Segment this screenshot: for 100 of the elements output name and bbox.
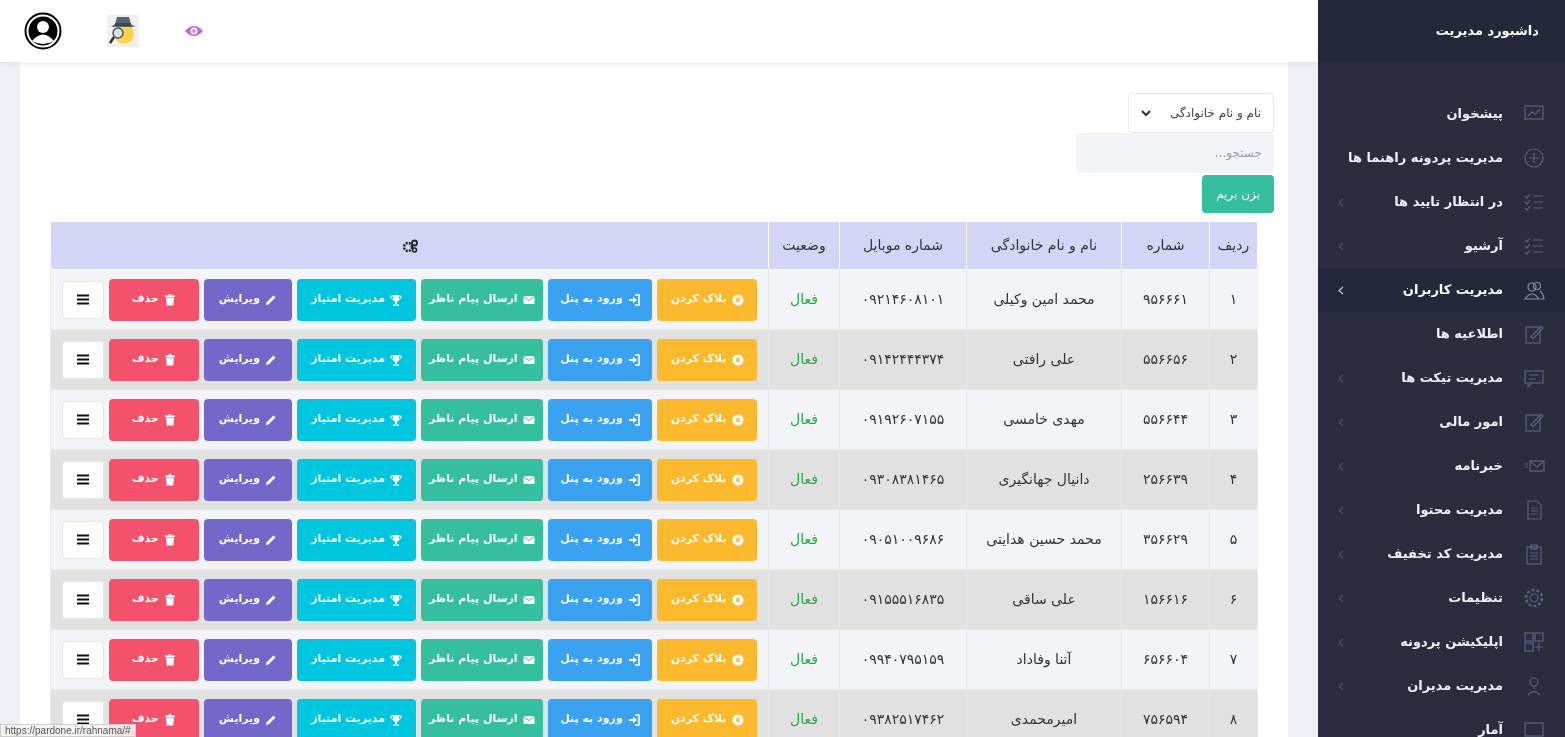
block-button[interactable]: بلاک کردن [657, 638, 757, 681]
x-circle-icon [731, 593, 744, 606]
x-circle-icon [731, 533, 744, 546]
column-header: شماره [1121, 221, 1210, 270]
login-button[interactable]: ورود به پنل [547, 338, 653, 381]
message-button[interactable]: ارسال پیام ناظر [420, 398, 543, 441]
block-button[interactable]: بلاک کردن [657, 398, 757, 441]
search-field[interactable]: جستجو... [1076, 133, 1274, 173]
message-button[interactable]: ارسال پیام ناظر [420, 638, 543, 681]
search-button[interactable]: بزن بریم [1202, 175, 1274, 213]
score-button[interactable]: مدیریت امتیاز [297, 698, 416, 737]
edit-button[interactable]: ویرایش [203, 698, 293, 737]
delete-button[interactable]: حذف [108, 278, 199, 321]
column-header: شماره موبایل [839, 221, 967, 270]
edit-button[interactable]: ویرایش [203, 338, 293, 381]
sidebar-item[interactable]: مدیریت کد تخفیف [1318, 532, 1565, 576]
x-circle-icon [731, 293, 744, 306]
delete-button[interactable]: حذف [108, 518, 199, 561]
trophy-icon [390, 653, 403, 666]
delete-button[interactable]: حذف [108, 638, 199, 681]
message-button[interactable]: ارسال پیام ناظر [420, 338, 543, 381]
sidebar-item[interactable]: مدیریت تیکت ها [1318, 356, 1565, 400]
sidebar-item[interactable]: در انتظار تایید ها [1318, 180, 1565, 224]
message-button[interactable]: ارسال پیام ناظر [420, 698, 543, 737]
sidebar-item[interactable]: آرشیو [1318, 224, 1565, 268]
block-button[interactable]: بلاک کردن [657, 698, 757, 737]
menu-icon [76, 294, 89, 305]
trash-icon [163, 413, 176, 426]
score-button[interactable]: مدیریت امتیاز [297, 578, 416, 621]
message-button[interactable]: ارسال پیام ناظر [420, 578, 543, 621]
detective-icon[interactable] [107, 15, 139, 47]
sidebar-item[interactable]: مدیریت پردونه راهنما ها [1318, 136, 1565, 180]
menu-button[interactable] [62, 640, 104, 679]
delete-button[interactable]: حذف [108, 338, 199, 381]
message-button[interactable]: ارسال پیام ناظر [420, 458, 543, 501]
login-button[interactable]: ورود به پنل [547, 578, 653, 621]
trophy-icon [390, 293, 403, 306]
block-button[interactable]: بلاک کردن [657, 278, 757, 321]
sidebar-item[interactable]: آمار [1318, 708, 1565, 737]
menu-button[interactable] [62, 280, 104, 319]
trophy-icon [390, 713, 403, 726]
sidebar-item[interactable]: خبرنامه [1318, 444, 1565, 488]
delete-button[interactable]: حذف [108, 458, 199, 501]
score-button[interactable]: مدیریت امتیاز [297, 458, 416, 501]
user-number: ۲۵۶۶۳۹ [1121, 449, 1210, 510]
menu-button[interactable] [62, 400, 104, 439]
edit-button[interactable]: ویرایش [203, 518, 293, 561]
sidebar-item[interactable]: مدیریت کاربران [1318, 268, 1565, 312]
sidebar-item[interactable]: اطلاعیه ها [1318, 312, 1565, 356]
menu-button[interactable] [62, 340, 104, 379]
block-button[interactable]: بلاک کردن [657, 338, 757, 381]
login-button[interactable]: ورود به پنل [547, 398, 653, 441]
message-button[interactable]: ارسال پیام ناظر [420, 278, 543, 321]
block-button[interactable]: بلاک کردن [657, 518, 757, 561]
block-button[interactable]: بلاک کردن [657, 578, 757, 621]
sidebar-item[interactable]: تنظیمات [1318, 576, 1565, 620]
edit-button[interactable]: ویرایش [203, 458, 293, 501]
pencil-icon [265, 593, 278, 606]
filter-select[interactable]: نام و نام خانوادگی [1128, 93, 1274, 133]
login-button[interactable]: ورود به پنل [547, 638, 653, 681]
plus-circle-icon [1523, 147, 1545, 169]
trash-icon [163, 593, 176, 606]
edit-button[interactable]: ویرایش [203, 578, 293, 621]
login-button[interactable]: ورود به پنل [547, 518, 653, 561]
trash-icon [163, 533, 176, 546]
login-button[interactable]: ورود به پنل [547, 458, 653, 501]
delete-button[interactable]: حذف [108, 398, 199, 441]
menu-button[interactable] [62, 460, 104, 499]
login-button[interactable]: ورود به پنل [547, 278, 653, 321]
sidebar-item[interactable]: مدیریت محتوا [1318, 488, 1565, 532]
score-button[interactable]: مدیریت امتیاز [297, 278, 416, 321]
row-number: ۶ [1209, 569, 1258, 630]
row-number: ۵ [1209, 509, 1258, 570]
user-avatar-icon[interactable] [24, 12, 62, 50]
sign-in-icon [627, 653, 640, 666]
sign-in-icon [627, 353, 640, 366]
trophy-icon [390, 593, 403, 606]
edit-button[interactable]: ویرایش [203, 398, 293, 441]
user-name: محمد امین وکیلی [966, 269, 1122, 330]
sidebar-item[interactable]: امور مالی [1318, 400, 1565, 444]
message-button[interactable]: ارسال پیام ناظر [420, 518, 543, 561]
delete-button[interactable]: حذف [108, 578, 199, 621]
login-button[interactable]: ورود به پنل [547, 698, 653, 737]
sidebar-item[interactable]: اپلیکیشن پردونه [1318, 620, 1565, 664]
score-button[interactable]: مدیریت امتیاز [297, 398, 416, 441]
sidebar-item[interactable]: پیشخوان [1318, 92, 1565, 136]
pencil-icon [265, 713, 278, 726]
edit-button[interactable]: ویرایش [203, 638, 293, 681]
score-button[interactable]: مدیریت امتیاز [297, 518, 416, 561]
score-button[interactable]: مدیریت امتیاز [297, 638, 416, 681]
eye-icon[interactable] [184, 24, 204, 38]
note-icon [1523, 323, 1545, 345]
row-number: ۳ [1209, 389, 1258, 450]
sign-in-icon [627, 293, 640, 306]
sidebar-item[interactable]: مدیریت مدیران [1318, 664, 1565, 708]
edit-button[interactable]: ویرایش [203, 278, 293, 321]
score-button[interactable]: مدیریت امتیاز [297, 338, 416, 381]
menu-button[interactable] [62, 580, 104, 619]
menu-button[interactable] [62, 520, 104, 559]
block-button[interactable]: بلاک کردن [657, 458, 757, 501]
